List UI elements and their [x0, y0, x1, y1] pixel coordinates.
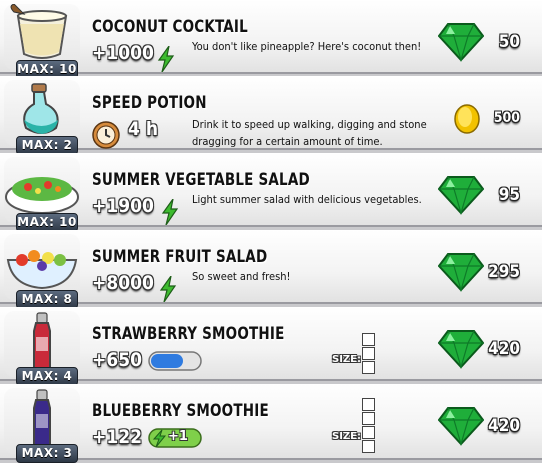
item-description: Light summer salad with delicious vegeta… [192, 193, 422, 206]
price-label: 420 [488, 339, 520, 359]
gem-icon [438, 330, 484, 369]
energy-bonus: +650 [92, 349, 143, 371]
energy-icon [157, 46, 175, 72]
gem-icon [438, 176, 484, 215]
price-label: 295 [488, 262, 520, 282]
price-label: 95 [498, 185, 520, 205]
item-title: COCONUT COCKTAIL [92, 16, 248, 37]
size-label: SIZE: [332, 354, 362, 365]
fruit-salad-icon: MAX: 8 [4, 234, 80, 309]
item-title: SUMMER FRUIT SALAD [92, 246, 268, 267]
item-description: You don't like pineapple? Here's coconut… [192, 40, 422, 53]
size-indicator [362, 398, 375, 454]
strawberry-smoothie-icon: MAX: 4 [4, 311, 80, 386]
shop-item-summer-vegetable-salad[interactable]: MAX: 10 SUMMER VEGETABLE SALAD +1900 Lig… [0, 153, 542, 232]
gem-icon [438, 253, 484, 292]
energy-bonus: +122 [92, 426, 143, 448]
gem-icon [438, 23, 484, 62]
max-energy-icon: +1 [148, 428, 202, 448]
coin-icon [454, 104, 480, 134]
price-label: 500 [493, 110, 520, 126]
gem-icon [438, 407, 484, 446]
coconut-cocktail-icon: MAX: 10 [4, 4, 80, 79]
shop-item-strawberry-smoothie[interactable]: MAX: 4 STRAWBERRY SMOOTHIE +650 SIZE: 42… [0, 307, 542, 386]
shop-item-summer-fruit-salad[interactable]: MAX: 8 SUMMER FRUIT SALAD +8000 So sweet… [0, 230, 542, 309]
energy-bonus: +1000 [92, 42, 154, 64]
energy-icon [159, 276, 177, 302]
size-label: SIZE: [332, 431, 362, 442]
blueberry-smoothie-icon: MAX: 3 [4, 388, 80, 463]
shop-item-blueberry-smoothie[interactable]: MAX: 3 BLUEBERRY SMOOTHIE +122 +1 SIZE: … [0, 384, 542, 463]
speed-potion-icon: MAX: 2 [4, 80, 80, 155]
max-energy-badge-value: +1 [168, 429, 188, 444]
size-indicator [362, 333, 375, 375]
max-quantity-badge: MAX: 3 [16, 444, 78, 463]
energy-bonus: +8000 [92, 272, 154, 294]
energy-bar-icon [148, 351, 202, 371]
vegetable-salad-icon: MAX: 10 [4, 157, 80, 232]
item-description: So sweet and fresh! [192, 270, 291, 283]
price-label: 50 [498, 32, 520, 52]
price-label: 420 [488, 416, 520, 436]
item-title: SPEED POTION [92, 92, 207, 113]
shop-item-speed-potion[interactable]: MAX: 2 SPEED POTION 4 h Drink it to spee… [0, 76, 542, 155]
item-title: STRAWBERRY SMOOTHIE [92, 323, 285, 344]
energy-icon [161, 199, 179, 225]
item-title: BLUEBERRY SMOOTHIE [92, 400, 269, 421]
item-title: SUMMER VEGETABLE SALAD [92, 169, 310, 190]
clock-icon [92, 121, 120, 149]
duration-label: 4 h [128, 118, 159, 140]
energy-bonus: +1900 [92, 195, 154, 217]
shop-item-coconut-cocktail[interactable]: MAX: 10 COCONUT COCKTAIL +1000 You don't… [0, 0, 542, 79]
item-description: Drink it to speed up walking, digging an… [192, 118, 427, 148]
